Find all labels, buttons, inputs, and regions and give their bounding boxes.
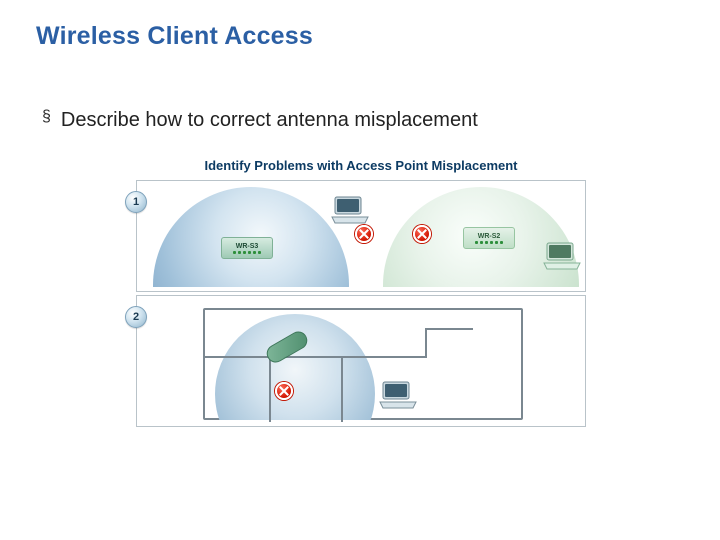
access-point-2: WR-S2 (463, 227, 515, 249)
wall-icon (341, 356, 343, 422)
led-row-icon (475, 241, 503, 244)
bullet-text: Describe how to correct antenna misplace… (61, 109, 478, 132)
no-signal-icon (355, 225, 373, 243)
bullet-item: § Describe how to correct antenna mispla… (42, 109, 684, 132)
wall-icon (205, 356, 425, 358)
laptop-icon (541, 241, 583, 271)
laptop-icon (377, 380, 419, 410)
slide: Wireless Client Access § Describe how to… (0, 0, 720, 540)
coverage-circle-blue (215, 314, 375, 420)
diagram-panel-2: 2 (136, 295, 586, 427)
wall-icon (425, 328, 427, 358)
no-signal-icon (275, 382, 293, 400)
wall-icon (425, 328, 473, 330)
wall-icon (269, 356, 271, 422)
diagram: Identify Problems with Access Point Misp… (136, 158, 586, 427)
access-point-1-label: WR-S3 (236, 243, 259, 250)
floorplan (203, 308, 523, 420)
access-point-1: WR-S3 (221, 237, 273, 259)
diagram-heading: Identify Problems with Access Point Misp… (136, 158, 586, 173)
page-title: Wireless Client Access (36, 22, 684, 51)
laptop-icon (329, 195, 371, 225)
led-row-icon (233, 251, 261, 254)
no-signal-icon (413, 225, 431, 243)
diagram-panel-1: 1 WR-S3 WR-S2 (136, 180, 586, 292)
access-point-2-label: WR-S2 (478, 233, 501, 240)
panel-number-badge: 1 (125, 191, 147, 213)
panel-number-badge: 2 (125, 306, 147, 328)
bullet-marker: § (42, 109, 51, 125)
